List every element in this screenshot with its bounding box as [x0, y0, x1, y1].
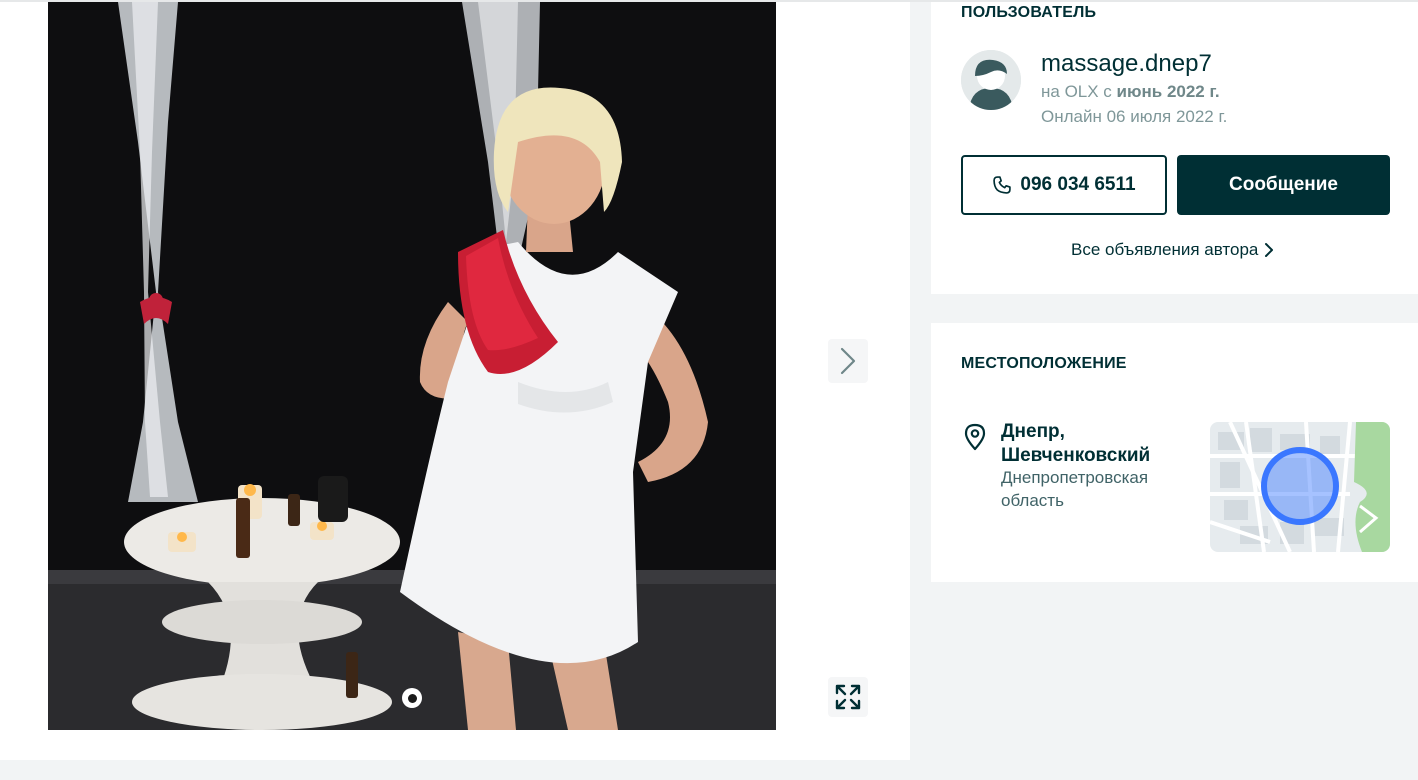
map-pin-icon: [964, 423, 986, 451]
last-online: Онлайн 06 июля 2022 г.: [1041, 107, 1228, 126]
message-button-label: Сообщение: [1229, 174, 1338, 195]
show-phone-button[interactable]: 096 034 6511: [961, 155, 1167, 215]
chevron-right-icon: [840, 347, 856, 375]
location-card: МЕСТОПОЛОЖЕНИЕ Днепр, Шевченковский Днеп…: [931, 323, 1418, 582]
user-card: ПОЛЬЗОВАТЕЛЬ massage.dnep7 на OLX с июнь…: [931, 2, 1418, 294]
member-since-prefix: на OLX с: [1041, 82, 1117, 101]
location-map[interactable]: [1210, 422, 1390, 552]
location-city: Днепр, Шевченковский: [1001, 421, 1151, 466]
photo-indicator-dot[interactable]: [402, 688, 422, 708]
phone-icon: [993, 176, 1012, 194]
fullscreen-button[interactable]: [828, 677, 868, 717]
chevron-right-icon: [1265, 243, 1274, 257]
gallery-card: [0, 2, 910, 760]
avatar-placeholder-icon: [961, 50, 1021, 110]
listing-photo[interactable]: [48, 2, 776, 730]
map-illustration: [1210, 422, 1390, 552]
next-photo-button[interactable]: [828, 339, 868, 383]
user-section-title: ПОЛЬЗОВАТЕЛЬ: [961, 4, 1097, 21]
member-since: на OLX с июнь 2022 г.: [1041, 82, 1220, 102]
member-since-date: июнь 2022 г.: [1116, 82, 1220, 101]
username[interactable]: massage.dnep7: [1041, 50, 1212, 78]
phone-number: 096 034 6511: [1020, 174, 1136, 195]
expand-icon: [835, 684, 861, 710]
photo-illustration: [48, 2, 776, 730]
all-author-ads-link[interactable]: Все объявления автора: [1071, 240, 1274, 260]
location-region: Днепропетровская область: [1001, 468, 1149, 510]
location-section-title: МЕСТОПОЛОЖЕНИЕ: [961, 355, 1127, 372]
all-author-ads-label: Все объявления автора: [1071, 240, 1259, 259]
message-button[interactable]: Сообщение: [1177, 155, 1390, 215]
avatar[interactable]: [961, 50, 1021, 110]
